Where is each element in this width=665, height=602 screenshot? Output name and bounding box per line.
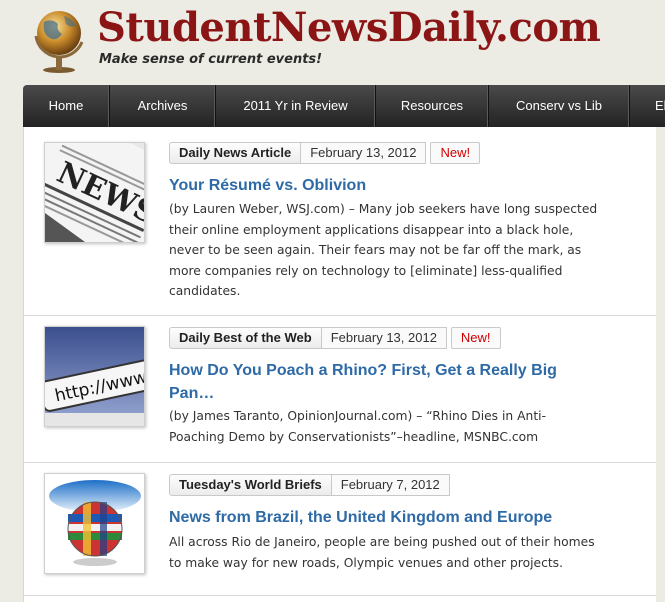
- nav-item-home[interactable]: Home: [23, 85, 110, 127]
- nav-item-el[interactable]: El: [630, 85, 665, 127]
- site-tagline: Make sense of current events!: [99, 52, 323, 67]
- article-title-link[interactable]: How Do You Poach a Rhino? First, Get a R…: [169, 359, 569, 405]
- new-badge: New!: [450, 327, 501, 349]
- newspaper-icon: NEWS: [45, 143, 144, 242]
- date-label: February 7, 2012: [330, 474, 450, 496]
- article-summary: (by James Taranto, OpinionJournal.com) –…: [169, 409, 546, 444]
- nav-item-2011-yr-in-review[interactable]: 2011 Yr in Review: [216, 85, 376, 127]
- site-header: StudentNewsDaily.com Make sense of curre…: [0, 0, 665, 84]
- category-label[interactable]: Daily News Article: [169, 142, 302, 164]
- category-label[interactable]: Tuesday's World Briefs: [169, 474, 332, 496]
- category-label[interactable]: Daily Best of the Web: [169, 327, 322, 349]
- article-summary: (by Lauren Weber, WSJ.com) – Many job se…: [169, 202, 598, 298]
- globe-logo-icon[interactable]: [30, 6, 88, 74]
- list-item: Tuesday's World Briefs February 7, 2012 …: [24, 463, 656, 596]
- site-title[interactable]: StudentNewsDaily.com: [97, 4, 601, 51]
- date-label: February 13, 2012: [300, 142, 427, 164]
- main-nav: Home Archives 2011 Yr in Review Resource…: [23, 85, 665, 127]
- nav-item-resources[interactable]: Resources: [376, 85, 489, 127]
- article-summary: All across Rio de Janeiro, people are be…: [169, 535, 595, 570]
- article-thumbnail[interactable]: http://www.: [44, 326, 145, 427]
- world-flags-globe-icon: [45, 474, 144, 573]
- article-thumbnail[interactable]: NEWS: [44, 142, 145, 243]
- article-list: NEWS Daily News Article February 13, 201…: [23, 127, 656, 602]
- article-thumbnail[interactable]: [44, 473, 145, 574]
- new-badge: New!: [430, 142, 481, 164]
- article-title-link[interactable]: Your Résumé vs. Oblivion: [169, 174, 589, 197]
- nav-item-conserv-vs-lib[interactable]: Conserv vs Lib: [489, 85, 630, 127]
- article-title-link[interactable]: News from Brazil, the United Kingdom and…: [169, 506, 609, 529]
- article-meta: Tuesday's World Briefs February 7, 2012: [169, 474, 450, 496]
- list-item: http://www. Daily Best of the Web Februa…: [24, 316, 656, 463]
- article-meta: Daily News Article February 13, 2012 New…: [169, 142, 481, 164]
- date-label: February 13, 2012: [320, 327, 447, 349]
- nav-item-archives[interactable]: Archives: [110, 85, 216, 127]
- url-bar-icon: http://www.: [45, 327, 144, 426]
- article-meta: Daily Best of the Web February 13, 2012 …: [169, 327, 501, 349]
- list-item: NEWS Daily News Article February 13, 201…: [24, 127, 656, 316]
